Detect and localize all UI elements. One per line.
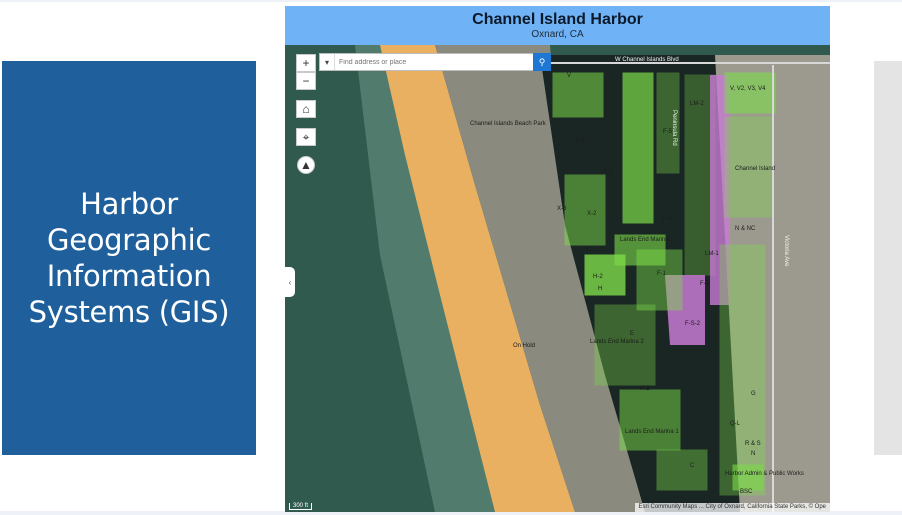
la-jolla-label: Lands End Marina	[620, 237, 669, 243]
harbor-admin-label: Harbor Admin & Public Works	[725, 471, 804, 477]
lot-label: LM-2	[690, 101, 704, 107]
lot-label: N & NC	[735, 226, 756, 232]
lot-label: F-5	[663, 129, 673, 135]
lot-label: N	[751, 451, 755, 457]
compass-button[interactable]: ▲	[297, 156, 315, 174]
lot-label: X-6	[557, 206, 567, 212]
panel-title: Harbor Geographic Information Systems (G…	[28, 187, 230, 329]
satellite-map[interactable]: W Channel Islands Blvd Victoria Ave Peni…	[285, 45, 830, 512]
lease-parcel[interactable]	[564, 174, 606, 246]
channel-island-label: Channel Island	[735, 166, 775, 172]
locate-button[interactable]: ⌖	[296, 128, 316, 146]
title-panel: Harbor Geographic Information Systems (G…	[2, 61, 256, 455]
map-header: Channel Island Harbor Oxnard, CA	[285, 6, 830, 45]
lease-parcel[interactable]	[724, 72, 776, 114]
lot-label: H	[598, 286, 602, 292]
lot-label: X-1	[575, 138, 585, 144]
lease-parcel[interactable]	[622, 72, 654, 224]
marina-2-label: Lands End Marina 2	[590, 339, 644, 345]
map-view[interactable]: W Channel Islands Blvd Victoria Ave Peni…	[285, 45, 830, 512]
lot-label: BSC	[740, 489, 753, 495]
lease-parcel[interactable]	[656, 449, 708, 491]
compass-icon: ▲	[300, 158, 312, 172]
lot-label: Q-L	[730, 421, 741, 427]
search-button[interactable]: ⚲	[533, 53, 551, 71]
on-hold-label: On Hold	[513, 343, 535, 349]
lot-label: C	[690, 463, 695, 469]
lot-label: V, V2, V3, V4	[730, 86, 766, 92]
zoom-in-button[interactable]: +	[296, 54, 316, 72]
search-widget: ▾ ⚲	[319, 53, 551, 71]
lot-label: LM-1	[705, 251, 719, 257]
map-controls: + − ⌂ ⌖ ▲	[296, 54, 316, 174]
presentation-slide: Harbor Geographic Information Systems (G…	[0, 2, 902, 512]
lease-parcel[interactable]	[594, 304, 656, 386]
home-icon: ⌂	[302, 102, 310, 116]
lot-label: F-1	[657, 271, 667, 277]
lot-label: F-3	[700, 281, 710, 287]
lot-label: F-S-2	[685, 321, 701, 327]
lot-label: H-2	[593, 274, 603, 280]
lease-parcel[interactable]	[636, 249, 683, 311]
lot-label: X-3	[603, 169, 613, 175]
lease-parcel[interactable]	[552, 72, 604, 118]
map-attribution[interactable]: Esri Community Maps ... City of Oxnard, …	[634, 503, 830, 512]
lot-label: F-6	[663, 216, 673, 222]
lot-label: G	[751, 391, 756, 397]
chevron-left-icon: ‹	[288, 277, 292, 287]
marina-1-label: Lands End Marina 1	[625, 429, 679, 435]
collapse-panel-button[interactable]: ‹	[285, 267, 295, 297]
park-label: Channel Islands Beach Park	[470, 121, 547, 127]
lot-label: K-2	[640, 386, 650, 392]
side-placeholder-panel	[874, 61, 902, 455]
search-input[interactable]	[335, 55, 533, 69]
lease-parcel[interactable]	[732, 464, 764, 491]
map-app-frame: Channel Island Harbor Oxnard, CA W Chann…	[285, 6, 830, 512]
lot-label: E	[630, 331, 634, 337]
lot-label: V	[567, 73, 571, 79]
scale-bar: 300 ft	[289, 503, 313, 510]
locate-icon: ⌖	[302, 129, 310, 144]
map-title: Channel Island Harbor	[472, 11, 643, 28]
lot-label: X-2	[587, 211, 597, 217]
lot-label: Y	[585, 248, 589, 254]
home-button[interactable]: ⌂	[296, 100, 316, 118]
lease-parcel[interactable]	[719, 244, 766, 496]
road-label-north: W Channel Islands Blvd	[615, 57, 679, 63]
zoom-out-button[interactable]: −	[296, 72, 316, 90]
map-subtitle: Oxnard, CA	[531, 29, 584, 40]
road-label-east: Victoria Ave	[783, 235, 789, 267]
lot-label: R & S	[745, 441, 761, 447]
chevron-down-icon: ▾	[324, 57, 329, 67]
search-icon: ⚲	[538, 56, 546, 67]
lease-parcel[interactable]	[619, 389, 681, 451]
road-label-central: Peninsula Rd	[671, 110, 677, 146]
search-source-dropdown[interactable]: ▾	[320, 54, 335, 70]
